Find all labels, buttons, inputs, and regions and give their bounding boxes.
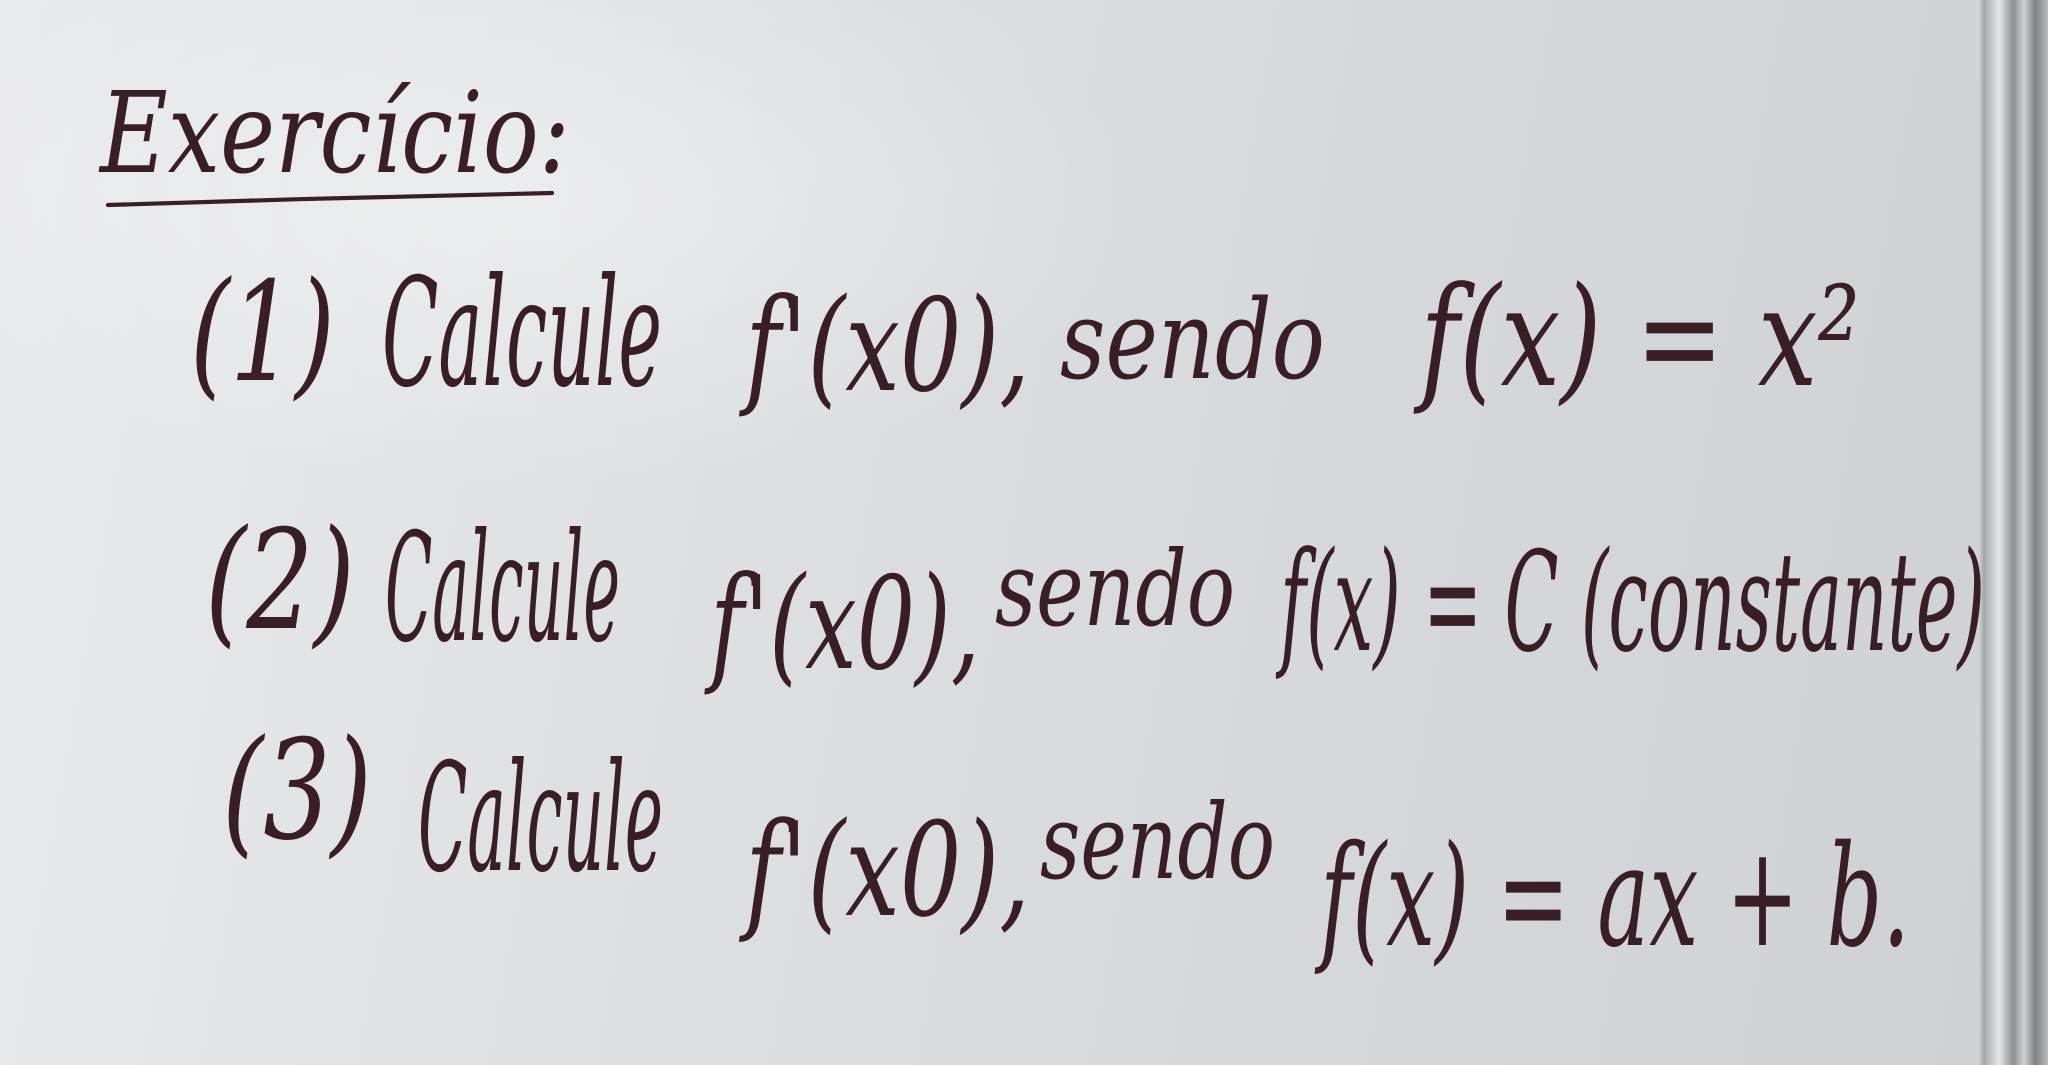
item-3-function: f(x) = ax + b. bbox=[1314, 816, 1910, 979]
item-3-derivative: f'(x0), bbox=[739, 794, 1030, 946]
handwriting: Exercício: (1) Calcule f'(x0), sendo f(x… bbox=[98, 69, 1985, 979]
board-frame bbox=[1985, 0, 2048, 1065]
whiteboard: Exercício: (1) Calcule f'(x0), sendo f(x… bbox=[0, 0, 1985, 1065]
title-text: Exercício: bbox=[98, 69, 570, 199]
title-heading: Exercício: bbox=[98, 69, 570, 208]
item-1-number: (1) bbox=[190, 252, 335, 413]
item-2-number: (2) bbox=[205, 500, 355, 661]
exercise-item-2: (2) Calcule f'(x0), sendo f(x) = C (cons… bbox=[205, 500, 1985, 699]
item-2-function: f(x) = C (constante) bbox=[1275, 522, 1985, 683]
item-3-verb: Calcule bbox=[418, 732, 663, 906]
item-3-connector: sendo bbox=[1040, 781, 1275, 903]
exercise-item-3: (3) Calcule f'(x0), sendo f(x) = ax + b. bbox=[222, 710, 1910, 979]
item-1-derivative: f'(x0), bbox=[739, 272, 1030, 421]
exercise-item-1: (1) Calcule f'(x0), sendo f(x) = x² bbox=[190, 247, 1860, 421]
item-1-verb: Calcule bbox=[382, 247, 662, 421]
item-3-number: (3) bbox=[222, 710, 372, 871]
item-2-verb: Calcule bbox=[385, 502, 620, 676]
item-1-connector: sendo bbox=[1060, 276, 1325, 404]
item-2-derivative: f'(x0), bbox=[704, 550, 980, 699]
item-1-function: f(x) = x² bbox=[1413, 257, 1860, 418]
item-2-connector: sendo bbox=[995, 528, 1235, 650]
